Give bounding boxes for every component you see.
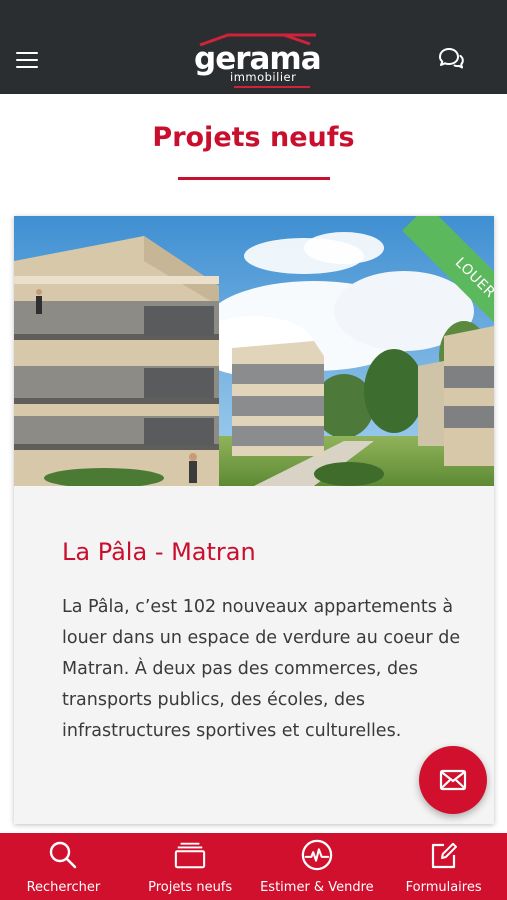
nav-label: Projets neufs xyxy=(148,880,233,895)
app-screen: gerama immobilier Projets neufs LOUER La… xyxy=(0,0,507,900)
nav-label: Formulaires xyxy=(405,880,482,895)
gerama-logo[interactable]: gerama immobilier xyxy=(190,32,322,90)
project-title[interactable]: La Pâla - Matran xyxy=(62,538,256,566)
logo-underline xyxy=(234,86,310,88)
bottom-nav: Rechercher Projets neufs Estimer & Vendr… xyxy=(0,833,507,900)
nav-item-formulaires[interactable]: Formulaires xyxy=(380,833,507,900)
project-description: La Pâla, c’est 102 nouveaux appartements… xyxy=(62,597,461,741)
projects-icon xyxy=(174,839,206,871)
project-photo[interactable] xyxy=(14,216,494,486)
title-underline xyxy=(178,177,330,180)
top-bar: gerama immobilier xyxy=(0,0,507,94)
hamburger-menu-icon[interactable] xyxy=(14,50,40,70)
chat-icon[interactable] xyxy=(436,46,464,72)
nav-label: Rechercher xyxy=(26,880,101,895)
logo-subtitle: immobilier xyxy=(230,70,297,84)
contact-mail-button[interactable] xyxy=(419,746,487,814)
project-card[interactable]: LOUER La Pâla - Matran La Pâla, c’est 10… xyxy=(14,216,494,824)
form-edit-icon xyxy=(428,839,460,871)
nav-label: Estimer & Vendre xyxy=(260,880,374,895)
nav-item-estimer-vendre[interactable]: Estimer & Vendre xyxy=(254,833,381,900)
nav-item-projets-neufs[interactable]: Projets neufs xyxy=(127,833,254,900)
mail-icon xyxy=(439,769,467,791)
nav-item-rechercher[interactable]: Rechercher xyxy=(0,833,127,900)
page-title: Projets neufs xyxy=(152,122,355,153)
estimate-icon xyxy=(301,839,333,871)
search-icon xyxy=(47,839,79,871)
